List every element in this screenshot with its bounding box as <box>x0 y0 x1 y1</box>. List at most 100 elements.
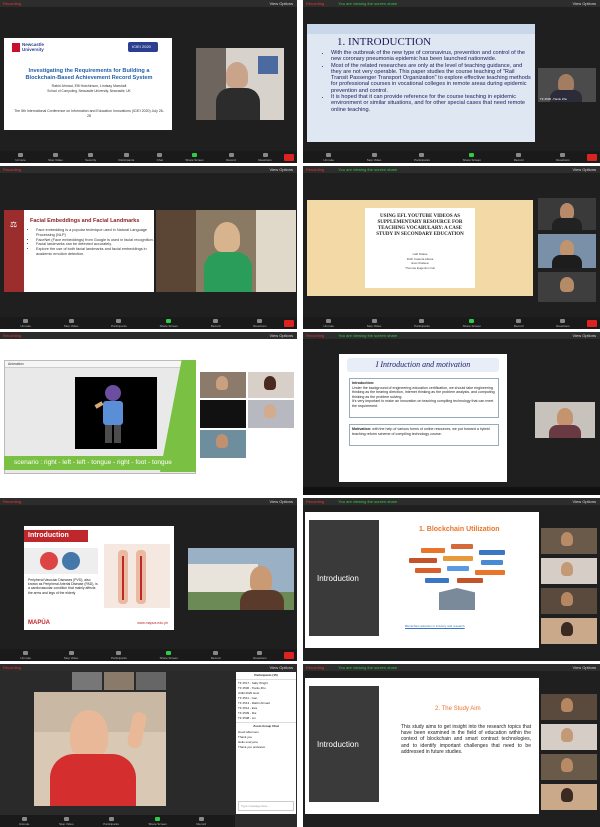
participants-button[interactable]: Participants <box>103 816 119 826</box>
zoom-topbar: Recording You are viewing the screen shar… <box>303 332 600 339</box>
presentation-slide: 1. INTRODUCTION With the outbreak of the… <box>307 24 535 142</box>
zoom-window-5: Recording View Options Animation scenario… <box>0 332 297 495</box>
share-screen-button[interactable]: Share Screen <box>160 318 178 328</box>
view-options-menu[interactable]: View Options <box>573 332 597 339</box>
participant-video <box>541 694 597 720</box>
mute-button[interactable]: Unmute <box>323 318 334 328</box>
view-options-menu[interactable]: View Options <box>270 664 294 671</box>
motivation-text: with the help of various forms of online… <box>352 427 490 436</box>
video-label: Stop Video <box>48 157 63 162</box>
paper-cover: USING EFL YOUTUBE VIDEOS AS SUPPLEMENTAR… <box>365 208 475 288</box>
mute-label: Unmute <box>323 157 334 162</box>
view-options-menu[interactable]: View Options <box>270 332 294 339</box>
end-meeting-button[interactable] <box>284 154 294 161</box>
record-button[interactable]: Record <box>197 816 206 826</box>
bullet: Face embedding is a popular technique us… <box>36 228 154 238</box>
reactions-button[interactable]: Reactions <box>258 152 272 162</box>
video-label: Stop Video <box>366 323 382 328</box>
end-meeting-button[interactable] <box>587 320 597 327</box>
view-options-menu[interactable]: View Options <box>573 498 597 505</box>
share-banner: You are viewing the screen share <box>338 333 398 338</box>
zoom-window-8: Recording You are viewing the screen shar… <box>303 498 600 661</box>
share-screen-button[interactable]: Share Screen <box>160 650 178 660</box>
mute-button[interactable]: Unmute <box>20 650 31 660</box>
conference-badge: ICIEI 2020 <box>128 42 158 52</box>
author: Thomas Eugenion Cal <box>405 265 435 270</box>
reactions-button[interactable]: Reactions <box>253 650 267 660</box>
participants-button[interactable]: Participants <box>111 318 127 328</box>
video-label: Stop Video <box>63 323 79 328</box>
recording-indicator: Recording <box>306 333 325 338</box>
chat-input[interactable]: Type message here... <box>238 801 294 811</box>
video-button[interactable]: Stop Video <box>59 816 74 826</box>
chat-button[interactable]: Chat <box>157 152 163 162</box>
participants-button[interactable]: Participants <box>414 318 430 328</box>
end-meeting-button[interactable] <box>284 320 294 327</box>
box-icon <box>439 588 475 610</box>
share-banner: You are viewing the screen share <box>338 499 398 504</box>
share-screen-button[interactable]: Share Screen <box>149 816 167 826</box>
mute-button[interactable]: Unmute <box>323 152 334 162</box>
zoom-toolbar: Unmute Stop Video Security Participants … <box>0 151 297 163</box>
scenario-caption: scenario : right - left - left - tongue … <box>4 456 196 470</box>
logo-text: Newcastle University <box>22 42 45 52</box>
end-meeting-button[interactable] <box>284 652 294 659</box>
slide-title: Investigating the Requirements for Build… <box>25 68 153 81</box>
video-button[interactable]: Stop Video <box>63 318 79 328</box>
record-button[interactable]: Record <box>226 152 236 162</box>
video-button[interactable]: Stop Video <box>366 318 382 328</box>
intro-box: Introduction: Under the background of en… <box>349 378 499 418</box>
security-button[interactable]: Security <box>85 152 97 162</box>
reactions-button[interactable]: Reactions <box>253 318 267 328</box>
view-options-menu[interactable]: View Options <box>270 166 294 173</box>
mute-button[interactable]: Unmute <box>20 318 31 328</box>
record-label: Record <box>513 157 524 162</box>
view-options-menu[interactable]: View Options <box>270 498 294 505</box>
participants-button[interactable]: Participants <box>119 152 134 162</box>
share-screen-button[interactable]: Share Screen <box>185 152 204 162</box>
zoom-window-10: Recording You are viewing the screen shar… <box>303 664 600 827</box>
view-options-menu[interactable]: View Options <box>573 664 597 671</box>
record-button[interactable]: Record <box>211 318 220 328</box>
presentation-slide: Introduction 2. The Study Aim This study… <box>305 678 539 814</box>
zoom-screenshot-collage: Recording View Options Newcastle Universi… <box>0 0 600 827</box>
reactions-button[interactable]: Reactions <box>556 152 570 162</box>
presentation-slide: USING EFL YOUTUBE VIDEOS AS SUPPLEMENTAR… <box>307 200 533 296</box>
participant-row[interactable]: TF 2508 - Lin <box>238 716 294 721</box>
end-meeting-button[interactable] <box>587 154 597 161</box>
brand-logo: MAPÚA <box>28 620 50 626</box>
record-button[interactable]: Record <box>514 318 523 328</box>
record-button[interactable]: Record <box>211 650 220 660</box>
share-screen-button[interactable]: Share Screen <box>463 152 481 162</box>
share-screen-button[interactable]: Share Screen <box>463 318 481 328</box>
video-button[interactable]: Stop Video <box>64 650 78 660</box>
recording-indicator: Recording <box>3 167 22 172</box>
mute-label: Unmute <box>20 323 31 328</box>
security-label: Security <box>85 157 97 162</box>
participants-panel: Participants (15) TF 2517 - Sally Wright… <box>236 672 296 814</box>
view-options-menu[interactable]: View Options <box>573 166 597 173</box>
participants-label: Participants <box>414 323 430 328</box>
figure-caption[interactable]: Blockchain adoption in industry and rese… <box>405 624 465 628</box>
speaker-video <box>34 692 166 806</box>
mute-button[interactable]: Unmute <box>19 816 29 826</box>
view-options-menu[interactable]: View Options <box>573 0 597 7</box>
animation-canvas <box>75 377 157 449</box>
view-options-menu[interactable]: View Options <box>270 0 294 7</box>
motivation-box: Motivation: with the help of various for… <box>349 424 499 446</box>
zoom-topbar: Recording You are viewing the screen shar… <box>303 0 600 7</box>
reactions-button[interactable]: Reactions <box>556 318 570 328</box>
participants-button[interactable]: Participants <box>111 650 127 660</box>
zoom-topbar: Recording You are viewing the screen shar… <box>303 498 600 505</box>
participant-video <box>248 400 294 428</box>
zoom-toolbar: Unmute Stop Video Participants Share Scr… <box>0 317 297 329</box>
participant-video <box>541 724 597 750</box>
video-button[interactable]: Stop Video <box>48 152 63 162</box>
mute-button[interactable]: Unmute <box>15 152 26 162</box>
participants-button[interactable]: Participants <box>414 152 430 162</box>
video-button[interactable]: Stop Video <box>367 152 381 162</box>
recording-indicator: Recording <box>3 1 22 6</box>
paper-authors: Lalit Nitase Ruth Catenia Altosa Eva Cha… <box>371 252 469 270</box>
record-button[interactable]: Record <box>513 152 524 162</box>
participant-video <box>541 528 597 554</box>
